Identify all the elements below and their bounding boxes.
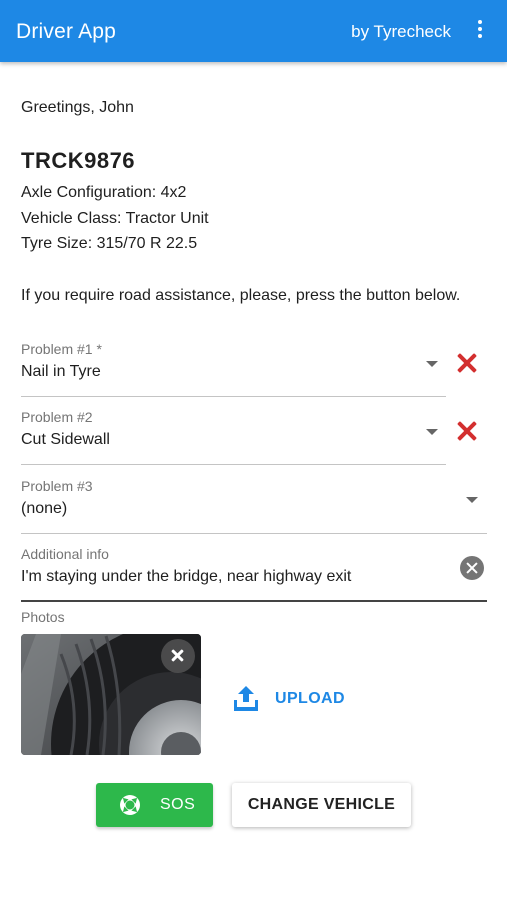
problem-3-label: Problem #3 — [21, 478, 93, 494]
remove-problem-2-icon[interactable] — [456, 420, 478, 442]
field-underline — [21, 533, 487, 534]
problem-1-value: Nail in Tyre — [21, 363, 101, 380]
additional-info-field[interactable]: Additional info I'm staying under the br… — [21, 546, 487, 602]
dropdown-arrow-icon[interactable] — [466, 497, 478, 503]
field-underline — [21, 600, 487, 602]
dropdown-arrow-icon[interactable] — [426, 361, 438, 367]
problem-3-select[interactable]: Problem #3 (none) — [21, 478, 487, 534]
problem-1-label: Problem #1 * — [21, 341, 102, 357]
problem-2-label: Problem #2 — [21, 409, 93, 425]
remove-problem-1-icon[interactable] — [456, 352, 478, 374]
tyre-size: Tyre Size: 315/70 R 22.5 — [21, 235, 198, 252]
sos-button[interactable]: SOS — [96, 783, 213, 827]
photos-label: Photos — [21, 609, 65, 625]
change-vehicle-label: CHANGE VEHICLE — [247, 796, 396, 813]
upload-label: UPLOAD — [275, 690, 345, 707]
vehicle-plate: TRCK9876 — [21, 148, 136, 173]
vehicle-class: Vehicle Class: Tractor Unit — [21, 210, 209, 227]
dropdown-arrow-icon[interactable] — [426, 429, 438, 435]
more-vert-icon[interactable] — [475, 20, 485, 42]
sos-label: SOS — [160, 796, 196, 813]
change-vehicle-button[interactable]: CHANGE VEHICLE — [232, 783, 411, 827]
additional-info-label: Additional info — [21, 546, 109, 562]
problem-2-value: Cut Sidewall — [21, 431, 110, 448]
axle-configuration: Axle Configuration: 4x2 — [21, 184, 187, 201]
app-bar: Driver App by Tyrecheck — [0, 0, 507, 62]
clear-input-icon[interactable] — [460, 556, 484, 580]
problem-2-select[interactable]: Problem #2 Cut Sidewall — [21, 409, 446, 465]
problem-1-select[interactable]: Problem #1 * Nail in Tyre — [21, 341, 446, 397]
assistance-text: If you require road assistance, please, … — [21, 287, 461, 304]
field-underline — [21, 396, 446, 397]
app-title: Driver App — [16, 20, 117, 43]
field-underline — [21, 464, 446, 465]
problem-3-value: (none) — [21, 500, 68, 517]
remove-photo-close-icon[interactable] — [161, 639, 195, 673]
upload-icon — [234, 686, 258, 711]
greeting-text: Greetings, John — [21, 99, 134, 116]
brand-label: by Tyrecheck — [351, 22, 451, 41]
additional-info-value[interactable]: I'm staying under the bridge, near highw… — [21, 568, 351, 586]
lifebuoy-icon — [120, 795, 140, 815]
